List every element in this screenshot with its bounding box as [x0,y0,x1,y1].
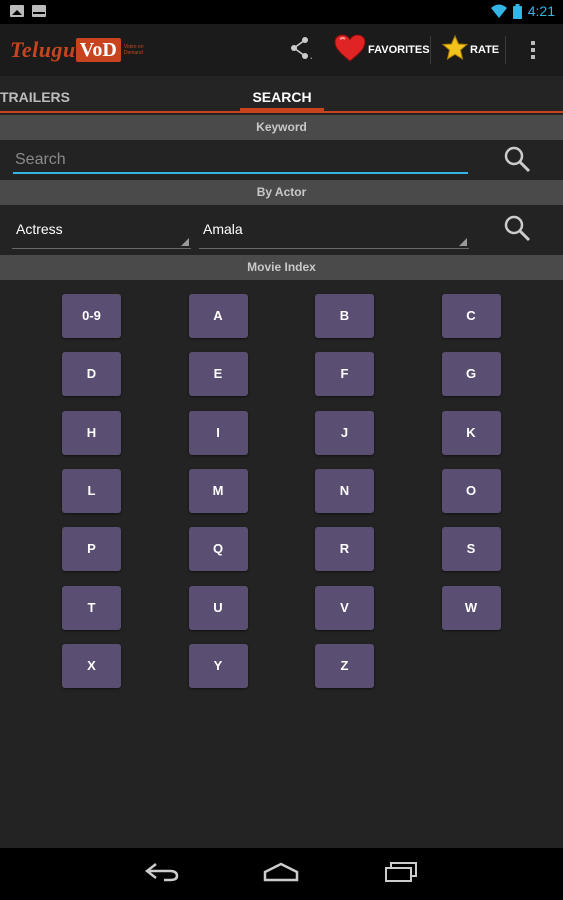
search-icon [503,145,531,178]
status-bar: 4:21 [0,0,563,24]
index-button-m[interactable]: M [188,468,248,513]
index-button-u[interactable]: U [188,585,248,630]
dropdown-arrow-icon [459,238,467,246]
index-button-y[interactable]: Y [188,643,248,688]
index-button-a[interactable]: A [188,294,248,338]
app-logo: Telugu VoD Video on Demand [10,36,144,64]
logo-vod-text: VoD [75,38,121,62]
index-button-h[interactable]: H [62,410,121,455]
search-icon [503,214,531,247]
back-button[interactable] [142,858,182,890]
index-button-k[interactable]: K [441,410,501,455]
action-bar: Telugu VoD Video on Demand FAVORITES RAT… [0,24,563,76]
rate-label: RATE [470,44,500,56]
index-button-q[interactable]: Q [188,527,248,572]
keyword-header: Keyword [0,115,563,140]
tab-search[interactable]: SEARCH [240,76,324,112]
movie-index-grid: 0-9 A B C D E F G H I J K L M N O P Q R S T U V W X Y Z [62,294,522,694]
recent-apps-icon [384,861,418,888]
index-button-e[interactable]: E [188,352,248,397]
index-button-v[interactable]: V [315,585,374,630]
index-button-l[interactable]: L [62,468,121,513]
index-button-o[interactable]: O [441,468,501,513]
wifi-icon [490,4,507,18]
favorites-button[interactable]: FAVORITES [334,24,430,76]
index-button-f[interactable]: F [315,352,374,397]
overflow-menu-button[interactable] [525,24,541,76]
movie-index-header: Movie Index [0,255,563,280]
index-button-w[interactable]: W [441,585,501,630]
mail-notification-icon [32,5,46,17]
tab-trailers[interactable]: TRAILERS [0,76,70,112]
system-nav-bar [0,848,563,900]
share-button[interactable] [283,24,317,76]
index-button-t[interactable]: T [62,585,121,630]
actor-name-value: Amala [203,221,243,237]
index-button-r[interactable]: R [315,527,374,572]
battery-icon [512,3,522,19]
actor-role-dropdown[interactable]: Actress [12,212,191,249]
index-button-x[interactable]: X [62,643,121,688]
tab-bar: TRAILERS SEARCH [0,76,563,112]
back-icon [144,862,180,887]
favorites-label: FAVORITES [368,44,430,56]
by-actor-header: By Actor [0,180,563,205]
tab-bar-divider [0,111,563,113]
index-button-d[interactable]: D [62,352,121,397]
actor-role-value: Actress [16,221,63,237]
heart-icon [334,33,366,67]
overflow-menu-icon [531,41,535,59]
home-icon [262,862,300,887]
action-divider [505,36,506,64]
recent-apps-button[interactable] [381,858,421,890]
gallery-notification-icon [10,5,24,17]
clock: 4:21 [527,3,555,19]
keyword-search-button[interactable] [499,143,535,179]
index-button-s[interactable]: S [441,527,501,572]
actor-name-dropdown[interactable]: Amala [199,212,469,249]
index-button-0-9[interactable]: 0-9 [62,294,121,338]
action-divider [430,36,431,64]
home-button[interactable] [261,858,301,890]
star-icon [441,34,469,65]
rate-button[interactable]: RATE [441,24,500,76]
index-button-n[interactable]: N [315,468,374,513]
index-button-j[interactable]: J [315,410,374,455]
index-button-p[interactable]: P [62,527,121,572]
logo-telugu-text: Telugu [10,37,76,62]
index-button-b[interactable]: B [315,294,374,338]
index-button-c[interactable]: C [441,294,501,338]
index-button-i[interactable]: I [188,410,248,455]
share-icon [288,35,312,66]
logo-tagline: Video on Demand [123,44,144,56]
index-button-g[interactable]: G [441,352,501,397]
actor-search-button[interactable] [499,212,535,248]
keyword-search-input[interactable] [13,148,468,174]
index-button-z[interactable]: Z [315,643,374,688]
dropdown-arrow-icon [181,238,189,246]
